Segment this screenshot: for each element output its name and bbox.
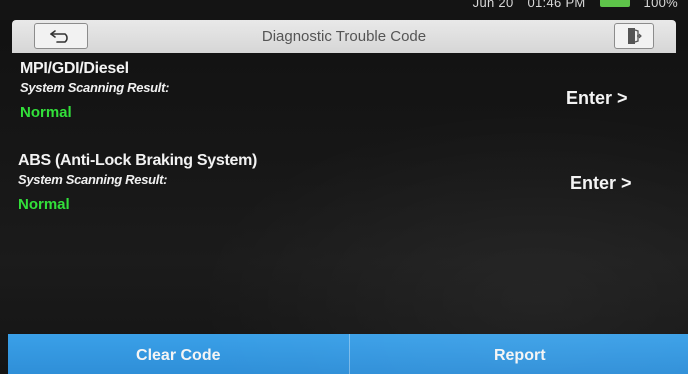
status-time: 01:46 PM — [527, 0, 586, 10]
enter-button-mpi[interactable]: Enter > — [566, 88, 628, 109]
system-entry-mpi: MPI/GDI/Diesel System Scanning Result: N… — [20, 60, 660, 121]
battery-level: 100% — [643, 0, 678, 10]
exit-button[interactable] — [614, 23, 654, 49]
bottom-action-bar: Clear Code Report — [8, 334, 688, 374]
status-indicators: Jun 20 01:46 PM 100% — [473, 0, 678, 10]
page-title: Diagnostic Trouble Code — [261, 28, 427, 45]
system-name: MPI/GDI/Diesel — [20, 60, 129, 77]
status-bar: Jun 20 01:46 PM 100% — [0, 0, 688, 20]
exit-door-icon — [628, 28, 642, 44]
battery-icon — [599, 0, 630, 7]
system-name: ABS (Anti-Lock Braking System) — [18, 152, 258, 169]
device-screen: Jun 20 01:46 PM 100% Diagnostic Trouble … — [0, 0, 688, 374]
system-entry-abs: ABS (Anti-Lock Braking System) System Sc… — [18, 152, 658, 213]
system-status: Normal — [20, 104, 72, 121]
status-date: Jun 20 — [472, 0, 514, 10]
system-scan-label: System Scanning Result: — [18, 172, 168, 187]
enter-button-abs[interactable]: Enter > — [570, 173, 632, 194]
system-scan-label: System Scanning Result: — [20, 80, 170, 95]
report-button[interactable]: Report — [350, 334, 688, 374]
title-bar: Diagnostic Trouble Code — [12, 20, 676, 53]
system-status: Normal — [18, 196, 70, 213]
clear-code-button[interactable]: Clear Code — [8, 334, 349, 374]
